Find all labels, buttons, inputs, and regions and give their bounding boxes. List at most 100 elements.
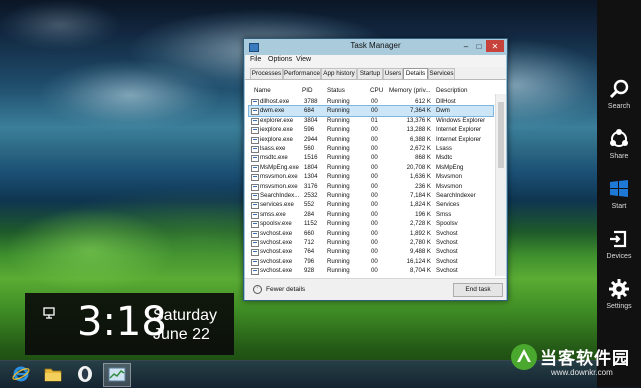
process-row[interactable]: spoolsv.exe 1152 Running 00 2,728 K Spoolsv bbox=[249, 219, 493, 229]
process-row[interactable]: dllhost.exe 3788 Running 00 612 K DllHost bbox=[249, 97, 493, 106]
cell-cpu: 00 bbox=[371, 173, 378, 181]
cell-pid: 552 bbox=[304, 201, 315, 209]
charm-devices[interactable]: Devices bbox=[597, 226, 641, 276]
process-row[interactable]: explorer.exe 3804 Running 01 13,376 K Windows… bbox=[249, 116, 493, 125]
taskbar-file-explorer[interactable] bbox=[40, 363, 66, 385]
tab-startup[interactable]: Startup bbox=[357, 68, 383, 79]
process-row[interactable]: msvsmon.exe 3176 Running 00 236 K Msvsmon bbox=[249, 182, 493, 191]
process-row[interactable]: lsass.exe 560 Running 00 2,672 K Lsass bbox=[249, 144, 493, 153]
cell-description: Svchost bbox=[436, 267, 458, 275]
fewer-details-button[interactable]: ˆ Fewer details bbox=[253, 285, 305, 294]
process-row[interactable]: iexplore.exe 596 Running 00 13,288 K Internet… bbox=[249, 125, 493, 135]
process-row[interactable]: svchost.exe 764 Running 00 9,488 K Svchost bbox=[249, 247, 493, 257]
cell-description: Spoolsv bbox=[436, 220, 458, 228]
close-button[interactable]: ✕ bbox=[486, 40, 504, 52]
cell-description: Msdtc bbox=[436, 154, 453, 162]
process-row[interactable]: svchost.exe 796 Running 00 16,124 K Svchost bbox=[249, 257, 493, 266]
column-header-cpu[interactable]: CPU bbox=[370, 87, 383, 94]
cell-status: Running bbox=[327, 135, 350, 143]
cell-memory: 20,708 K bbox=[406, 163, 431, 171]
application-icon bbox=[251, 202, 259, 210]
charm-start[interactable]: Start bbox=[597, 176, 641, 226]
taskbar-opera[interactable] bbox=[72, 363, 98, 385]
cell-cpu: 00 bbox=[371, 163, 378, 171]
tab-details[interactable]: Details bbox=[403, 68, 428, 79]
process-row[interactable]: iexplore.exe 2944 Running 00 6,388 K Internet… bbox=[249, 135, 493, 144]
tab-users[interactable]: Users bbox=[383, 68, 403, 79]
charms-bar: Search Share Start Devices Settings bbox=[597, 0, 641, 387]
cell-pid: 1804 bbox=[304, 163, 318, 171]
tab-services[interactable]: Services bbox=[428, 68, 455, 79]
cell-status: Running bbox=[327, 98, 350, 105]
cell-description: Lsass bbox=[436, 145, 452, 152]
cell-name: lsass.exe bbox=[260, 145, 286, 152]
footer: ˆ Fewer details End task bbox=[245, 278, 506, 300]
cell-name: svchost.exe bbox=[260, 267, 293, 275]
cell-memory: 8,704 K bbox=[409, 267, 431, 275]
column-header-status[interactable]: Status bbox=[327, 87, 345, 94]
process-row[interactable]: svchost.exe 660 Running 00 1,892 K Svchost bbox=[249, 229, 493, 238]
fewer-details-label: Fewer details bbox=[266, 286, 306, 293]
task-manager-window[interactable]: Task Manager – □ ✕ File Options View Pro… bbox=[243, 38, 508, 301]
cell-cpu: 01 bbox=[371, 116, 378, 124]
cell-name: iexplore.exe bbox=[260, 126, 293, 134]
application-icon bbox=[251, 99, 259, 106]
minimize-button[interactable]: – bbox=[460, 40, 472, 52]
cell-pid: 284 bbox=[304, 210, 315, 218]
cell-pid: 764 bbox=[304, 248, 315, 256]
charm-search[interactable]: Search bbox=[597, 76, 641, 126]
column-header-description[interactable]: Description bbox=[436, 87, 468, 94]
application-icon bbox=[251, 249, 259, 257]
cell-name: SearchIndex... bbox=[260, 192, 300, 199]
menu-options[interactable]: Options bbox=[268, 56, 292, 63]
scrollbar-thumb[interactable] bbox=[498, 102, 504, 168]
process-row[interactable]: SearchIndex... 2532 Running 00 7,184 K Search… bbox=[249, 191, 493, 200]
cell-description: MsMpEng bbox=[436, 163, 464, 171]
process-row[interactable]: msvsmon.exe 1304 Running 00 1,636 K Msvsmon bbox=[249, 172, 493, 182]
process-row[interactable]: dwm.exe 684 Running 00 7,364 K Dwm bbox=[248, 105, 494, 117]
cell-memory: 612 K bbox=[415, 98, 431, 105]
cell-name: svchost.exe bbox=[260, 248, 293, 256]
process-row[interactable]: MsMpEng.exe 1804 Running 00 20,708 K MsMpEng bbox=[249, 163, 493, 172]
cell-name: svchost.exe bbox=[260, 239, 293, 246]
charm-share[interactable]: Share bbox=[597, 126, 641, 176]
watermark-text: 当客软件园 bbox=[540, 349, 630, 369]
application-icon bbox=[251, 230, 259, 238]
menu-view[interactable]: View bbox=[296, 56, 311, 63]
cell-name: iexplore.exe bbox=[260, 135, 293, 143]
process-row[interactable]: msdtc.exe 1516 Running 00 868 K Msdtc bbox=[249, 153, 493, 163]
cell-status: Running bbox=[327, 210, 350, 218]
cell-memory: 7,184 K bbox=[409, 192, 431, 199]
cell-status: Running bbox=[327, 145, 350, 152]
end-task-button[interactable]: End task bbox=[453, 283, 503, 297]
tab-processes[interactable]: Processes bbox=[250, 68, 283, 79]
tab-app-history[interactable]: App history bbox=[321, 68, 357, 79]
application-icon bbox=[251, 136, 259, 144]
menu-bar: File Options View bbox=[245, 55, 506, 67]
cell-name: explorer.exe bbox=[260, 116, 294, 124]
process-row[interactable]: services.exe 552 Running 00 1,824 K Services bbox=[249, 200, 493, 210]
taskbar-task-manager[interactable] bbox=[103, 363, 131, 387]
process-row[interactable]: svchost.exe 928 Running 00 8,704 K Svchost bbox=[249, 266, 493, 276]
taskbar-internet-explorer[interactable] bbox=[8, 363, 34, 385]
menu-file[interactable]: File bbox=[250, 56, 261, 63]
column-header-pid[interactable]: PID bbox=[302, 87, 313, 94]
column-header-name[interactable]: Name bbox=[254, 87, 271, 94]
cell-status: Running bbox=[327, 163, 350, 171]
cell-status: Running bbox=[327, 220, 350, 228]
watermark-url: www.downkr.com bbox=[551, 368, 613, 377]
maximize-button[interactable]: □ bbox=[473, 40, 485, 52]
cell-name: msvsmon.exe bbox=[260, 173, 298, 181]
process-row[interactable]: svchost.exe 712 Running 00 2,780 K Svchost bbox=[249, 238, 493, 247]
cell-description: Services bbox=[436, 201, 460, 209]
charm-settings-label: Settings bbox=[606, 303, 632, 310]
charm-settings[interactable]: Settings bbox=[597, 276, 641, 326]
tab-performance[interactable]: Performance bbox=[283, 68, 321, 79]
cell-pid: 560 bbox=[304, 145, 315, 152]
cell-description: SearchIndexer bbox=[436, 192, 476, 199]
cell-pid: 596 bbox=[304, 126, 315, 134]
title-bar[interactable]: Task Manager – □ ✕ bbox=[244, 39, 507, 55]
process-row[interactable]: smss.exe 284 Running 00 196 K Smss bbox=[249, 210, 493, 219]
vertical-scrollbar[interactable] bbox=[495, 94, 506, 276]
column-header-memory[interactable]: Memory (priv... bbox=[389, 87, 431, 94]
